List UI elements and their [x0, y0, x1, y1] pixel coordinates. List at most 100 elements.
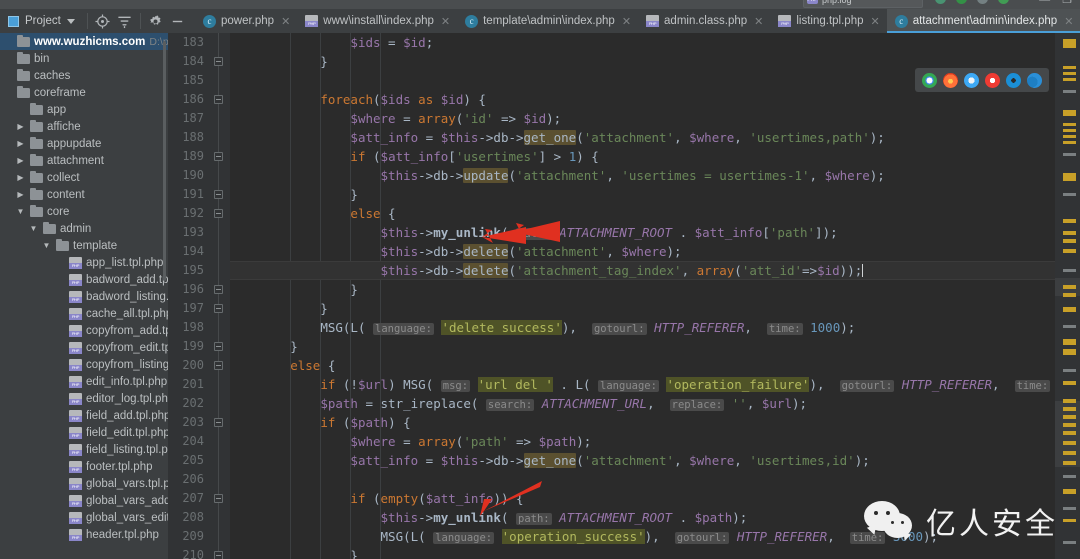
fold-toggle-icon[interactable]: [214, 342, 223, 351]
tree-item-global-vars-add-tpl-[interactable]: global_vars_add.tpl.: [0, 492, 168, 509]
code-line-204[interactable]: $where = array('path' => $path);: [230, 432, 1055, 451]
code-marker[interactable]: [1063, 541, 1076, 544]
code-marker[interactable]: [1063, 135, 1076, 138]
fold-toggle-icon[interactable]: [214, 95, 223, 104]
tree-item-badword-listing-tpl-p[interactable]: badword_listing.tpl.p: [0, 288, 168, 305]
code-marker[interactable]: [1063, 153, 1076, 156]
chevron-down-icon[interactable]: ▼: [15, 207, 26, 216]
code-marker[interactable]: [1063, 339, 1076, 345]
chevron-right-icon[interactable]: ▶: [15, 173, 26, 182]
editor-tab-listing-tpl-php[interactable]: listing.tpl.php ✕: [770, 9, 886, 33]
tree-item-bin[interactable]: bin: [0, 50, 168, 67]
editor-tab-power-php[interactable]: c power.php ✕: [195, 9, 297, 33]
editor-tab-www-install-index[interactable]: www\install\index.php ✕: [297, 9, 457, 33]
code-marker[interactable]: [1063, 407, 1076, 411]
tray-icon-2[interactable]: [956, 0, 967, 4]
line-number-gutter[interactable]: 183 184 185 186 187 188 189 190 191 192 193 194 195 1…: [168, 33, 230, 559]
tree-item-www-wuzhicms-com[interactable]: www.wuzhicms.comD:\phpstudy_pro: [0, 33, 168, 50]
fold-toggle-icon[interactable]: [214, 304, 223, 313]
code-marker[interactable]: [1063, 461, 1076, 465]
line-number[interactable]: 183: [168, 33, 230, 52]
editor-tab-admin-class-php[interactable]: admin.class.php ✕: [638, 9, 770, 33]
tree-item-copyfrom-add-tpl-ph[interactable]: copyfrom_add.tpl.ph: [0, 322, 168, 339]
code-marker[interactable]: [1063, 269, 1076, 272]
chevron-down-icon[interactable]: ▼: [41, 241, 52, 250]
chevron-right-icon[interactable]: ▶: [15, 139, 26, 148]
code-marker[interactable]: [1063, 90, 1076, 93]
error-marker-gutter[interactable]: [1055, 33, 1080, 559]
collapse-all-icon[interactable]: [114, 10, 136, 32]
safari-icon[interactable]: [964, 72, 979, 88]
code-line-210[interactable]: }: [230, 546, 1055, 559]
sidebar-scrollbar[interactable]: [163, 41, 166, 281]
code-marker[interactable]: [1063, 78, 1076, 81]
line-number[interactable]: 195: [168, 261, 230, 280]
code-marker[interactable]: [1063, 451, 1076, 455]
code-marker[interactable]: [1063, 231, 1076, 235]
tree-item-copyfrom-listing-tpl-[interactable]: copyfrom_listing.tpl.: [0, 356, 168, 373]
ie-icon[interactable]: [1006, 72, 1021, 88]
chevron-down-icon[interactable]: [66, 18, 75, 24]
code-marker[interactable]: [1063, 369, 1076, 372]
editor-tab-template-admin-index[interactable]: c template\admin\index.php ✕: [457, 9, 638, 33]
tree-item-collect[interactable]: ▶ collect: [0, 169, 168, 186]
code-line-188[interactable]: $att_info = $this->db->get_one('attachme…: [230, 128, 1055, 147]
chevron-right-icon[interactable]: ▶: [15, 156, 26, 165]
code-marker[interactable]: [1063, 431, 1076, 435]
code-marker[interactable]: [1063, 415, 1076, 419]
code-line-191[interactable]: }: [230, 185, 1055, 204]
code-line-194[interactable]: $this->db->delete('attachment', $where);: [230, 242, 1055, 261]
code-marker[interactable]: [1063, 381, 1076, 385]
line-number[interactable]: 190: [168, 166, 230, 185]
line-number[interactable]: 202: [168, 394, 230, 413]
tree-item-edit-info-tpl-php[interactable]: edit_info.tpl.php: [0, 373, 168, 390]
code-marker[interactable]: [1063, 489, 1076, 494]
tree-item-footer-tpl-php[interactable]: footer.tpl.php: [0, 458, 168, 475]
code-marker[interactable]: [1063, 141, 1076, 144]
minimize-button[interactable]: —: [1039, 0, 1050, 6]
edge-icon[interactable]: [1027, 72, 1042, 88]
gear-icon[interactable]: [145, 10, 167, 32]
code-marker[interactable]: [1063, 285, 1076, 289]
code-marker[interactable]: [1063, 219, 1076, 223]
code-line-192[interactable]: else {: [230, 204, 1055, 223]
code-marker[interactable]: [1063, 72, 1076, 75]
code-marker[interactable]: [1063, 399, 1076, 403]
line-number[interactable]: 201: [168, 375, 230, 394]
code-line-198[interactable]: MSG(L( language: 'delete success'), goto…: [230, 318, 1055, 337]
project-tree[interactable]: www.wuzhicms.comD:\phpstudy_pro bin cach…: [0, 33, 168, 559]
code-line-190[interactable]: $this->db->update('attachment', 'usertim…: [230, 166, 1055, 185]
tree-item-field-listing-tpl-php[interactable]: field_listing.tpl.php: [0, 441, 168, 458]
fold-toggle-icon[interactable]: [214, 494, 223, 503]
close-icon[interactable]: ✕: [754, 15, 763, 28]
code-line-189[interactable]: if ($att_info['usertimes'] > 1) {: [230, 147, 1055, 166]
code-marker[interactable]: [1063, 66, 1076, 69]
chrome-icon[interactable]: [922, 72, 937, 88]
code-marker[interactable]: [1063, 475, 1076, 478]
fold-toggle-icon[interactable]: [214, 361, 223, 370]
code-line-193[interactable]: $this->my_unlink( path: ATTACHMENT_ROOT …: [230, 223, 1055, 242]
fold-toggle-icon[interactable]: [214, 551, 223, 559]
tree-item-header-tpl-php[interactable]: header.tpl.php: [0, 526, 168, 543]
code-line-203[interactable]: if ($path) {: [230, 413, 1055, 432]
code-marker[interactable]: [1063, 293, 1076, 297]
code-marker[interactable]: [1063, 110, 1076, 116]
fold-toggle-icon[interactable]: [214, 285, 223, 294]
code-marker[interactable]: [1063, 325, 1076, 328]
firefox-icon[interactable]: [943, 72, 958, 88]
tree-item-app-list-tpl-php[interactable]: app_list.tpl.php: [0, 254, 168, 271]
project-panel-button[interactable]: Project: [0, 9, 83, 33]
tree-item-app[interactable]: app: [0, 101, 168, 118]
code-marker[interactable]: [1063, 423, 1076, 427]
tree-item-template[interactable]: ▼ template: [0, 237, 168, 254]
code-line-200[interactable]: else {: [230, 356, 1055, 375]
restore-button[interactable]: ❐: [1062, 0, 1072, 6]
code-marker[interactable]: [1063, 249, 1076, 253]
tree-item-badword-add-tpl-ph[interactable]: badword_add.tpl.ph: [0, 271, 168, 288]
code-marker[interactable]: [1063, 519, 1076, 522]
tree-item-admin[interactable]: ▼ admin: [0, 220, 168, 237]
fold-toggle-icon[interactable]: [214, 209, 223, 218]
fold-toggle-icon[interactable]: [214, 57, 223, 66]
code-marker[interactable]: [1063, 307, 1076, 312]
opera-icon[interactable]: [985, 72, 1000, 88]
